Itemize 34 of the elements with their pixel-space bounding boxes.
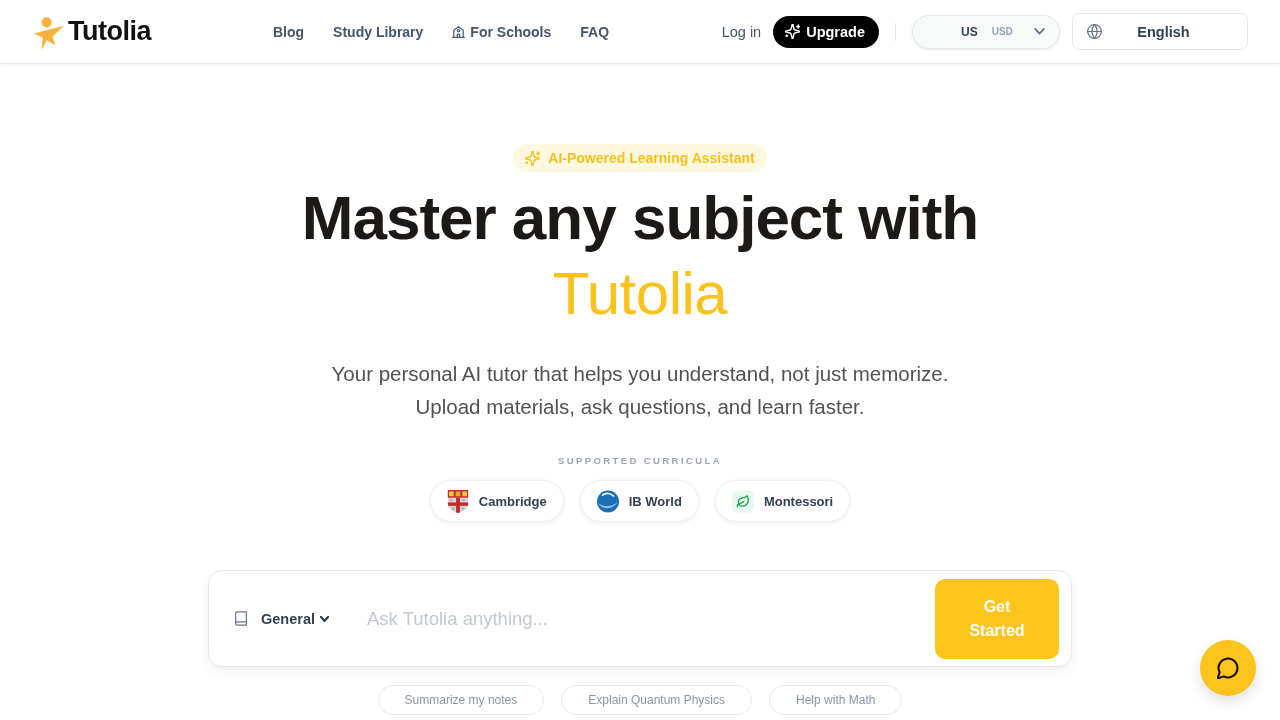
chevron-down-icon xyxy=(1034,28,1045,35)
question-box[interactable]: General Ask Tutolia anything... Get Started xyxy=(208,570,1072,667)
logo-text[interactable]: Tutolia xyxy=(68,16,151,47)
upgrade-button[interactable]: Upgrade xyxy=(773,15,879,48)
swoosh-disc-logo-icon xyxy=(596,489,619,513)
chevron-down-icon xyxy=(320,615,329,622)
book-icon xyxy=(235,611,247,626)
hero-subtitle: Upload materials, ask questions, and learn faster. xyxy=(414,394,866,420)
hero-heading-accent: Tutolia xyxy=(551,259,729,329)
chat-button[interactable] xyxy=(1200,640,1256,696)
building-icon xyxy=(452,25,466,38)
shield-crest-icon xyxy=(446,489,469,513)
curriculum-name: IB World xyxy=(628,493,682,509)
hero-heading: Master any subject with xyxy=(301,182,979,254)
sparkles-icon xyxy=(785,24,801,39)
login-link[interactable]: Log in xyxy=(721,23,762,40)
curriculum-name: Montessori xyxy=(763,493,834,509)
star-figure-logo-icon[interactable] xyxy=(34,16,65,50)
leaf-icon xyxy=(731,489,754,513)
question-input[interactable]: Ask Tutolia anything... xyxy=(367,598,935,639)
nav-link[interactable]: Blog xyxy=(273,23,305,40)
currency-selector[interactable]: US USD xyxy=(912,14,1060,49)
sparkles-icon xyxy=(525,150,541,166)
nav-link[interactable]: FAQ xyxy=(580,23,610,40)
nav-link[interactable]: Study Library xyxy=(333,23,424,40)
section-label: SUPPORTED CURRICULA xyxy=(558,454,722,468)
globe-icon xyxy=(1087,24,1102,39)
chat-bubble-icon xyxy=(1217,657,1239,679)
curriculum-name: Cambridge xyxy=(478,493,547,509)
badge-text: AI-Powered Learning Assistant xyxy=(548,150,755,166)
language-selector[interactable]: English xyxy=(1072,13,1248,50)
nav-link[interactable]: For Schools xyxy=(452,23,552,40)
subject-dropdown[interactable]: General xyxy=(261,610,329,627)
hero-subtitle: Your personal AI tutor that helps you understand, not just memorize. xyxy=(331,361,949,387)
